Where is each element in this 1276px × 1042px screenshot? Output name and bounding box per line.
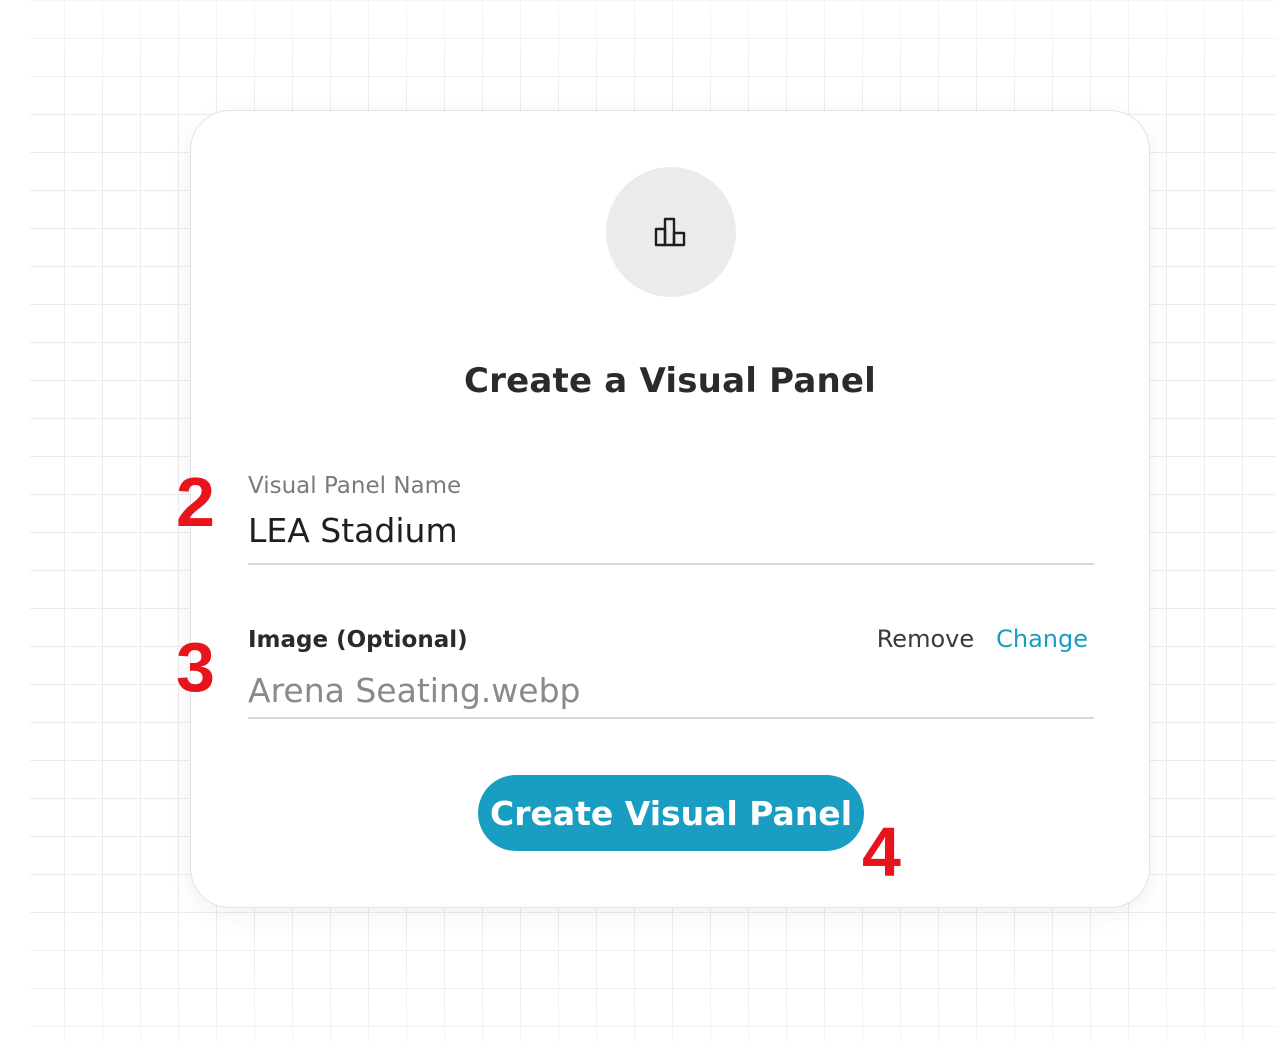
bar-chart-icon-badge — [606, 167, 736, 297]
remove-image-link[interactable]: Remove — [877, 625, 974, 653]
image-field-label: Image (Optional) — [248, 627, 468, 653]
create-visual-panel-button[interactable]: Create Visual Panel — [478, 775, 864, 851]
step-marker-2: 2 — [176, 463, 215, 541]
image-filename: Arena Seating.webp — [248, 671, 581, 710]
dialog-title: Create a Visual Panel — [464, 361, 876, 401]
bar-chart-icon — [654, 217, 686, 247]
create-visual-panel-dialog: Create a Visual Panel Visual Panel Name … — [190, 110, 1150, 908]
step-marker-4: 4 — [862, 813, 901, 891]
visual-panel-name-label: Visual Panel Name — [248, 473, 462, 499]
change-image-link[interactable]: Change — [996, 625, 1088, 653]
visual-panel-name-input[interactable] — [248, 511, 1048, 550]
visual-panel-name-field: Visual Panel Name — [248, 473, 1094, 565]
image-field: Image (Optional) Remove Change Arena Sea… — [248, 625, 1094, 719]
step-marker-3: 3 — [176, 628, 215, 706]
image-field-actions: Remove Change — [877, 625, 1088, 653]
